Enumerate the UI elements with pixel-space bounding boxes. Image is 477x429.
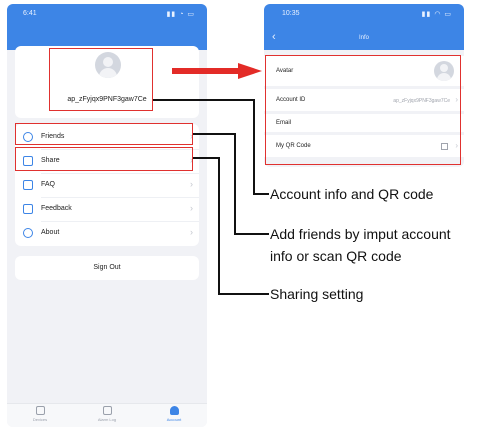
home-icon	[35, 406, 45, 415]
connector-friends-v	[234, 133, 236, 234]
tab-alarm-log[interactable]: Alarm Log	[82, 406, 132, 422]
connector-info-h2	[253, 193, 269, 195]
tab-account[interactable]: Account	[149, 406, 199, 422]
account-icon	[169, 406, 179, 415]
connector-share-h2	[218, 293, 269, 295]
status-time: 10:35	[282, 10, 300, 17]
sign-out-button[interactable]: Sign Out	[15, 256, 199, 280]
red-arrow-icon	[172, 63, 262, 79]
connector-share-h1	[193, 157, 219, 159]
status-icons: ▮▮ ◠ ▭	[421, 11, 452, 18]
status-icons: ▮▮ ◔ ▭	[166, 11, 195, 18]
annotation-friends-line2: info or scan QR code	[270, 248, 402, 264]
tab-label: Alarm Log	[97, 417, 117, 422]
tab-label: Devices	[32, 417, 48, 422]
connector-info-h1	[153, 99, 254, 101]
tab-label: Account	[166, 417, 182, 422]
account-header: 6:41 ▮▮ ◔ ▭	[7, 4, 207, 50]
highlight-info	[265, 55, 461, 165]
annotation-info: Account info and QR code	[270, 186, 434, 202]
faq-icon	[23, 180, 33, 190]
highlight-friends	[15, 123, 193, 145]
feedback-icon	[23, 204, 33, 214]
chevron-right-icon: ›	[190, 227, 193, 237]
menu-label: FAQ	[41, 181, 56, 188]
highlight-profile	[49, 48, 153, 111]
annotation-share: Sharing setting	[270, 286, 364, 302]
menu-label: Feedback	[41, 205, 72, 212]
info-header: 10:35 ▮▮ ◠ ▭ ‹ Info	[264, 4, 464, 50]
status-time: 6:41	[23, 10, 37, 17]
tab-bar: Devices Alarm Log Account	[7, 403, 207, 427]
annotation-friends-line1: Add friends by imput account	[270, 226, 451, 242]
chevron-right-icon: ›	[190, 179, 193, 189]
tab-devices[interactable]: Devices	[15, 406, 65, 422]
chevron-right-icon: ›	[190, 203, 193, 213]
menu-label: About	[41, 229, 60, 236]
info-icon	[23, 228, 33, 238]
connector-info-v	[253, 99, 255, 194]
connector-share-v	[218, 157, 220, 294]
log-icon	[102, 406, 112, 415]
menu-item-faq[interactable]: FAQ ›	[15, 174, 199, 198]
connector-friends-h2	[234, 233, 269, 235]
highlight-share	[15, 147, 193, 171]
page-title: Info	[358, 35, 369, 41]
menu-item-feedback[interactable]: Feedback ›	[15, 198, 199, 222]
menu-item-about[interactable]: About ›	[15, 222, 199, 246]
connector-friends-h1	[193, 133, 235, 135]
